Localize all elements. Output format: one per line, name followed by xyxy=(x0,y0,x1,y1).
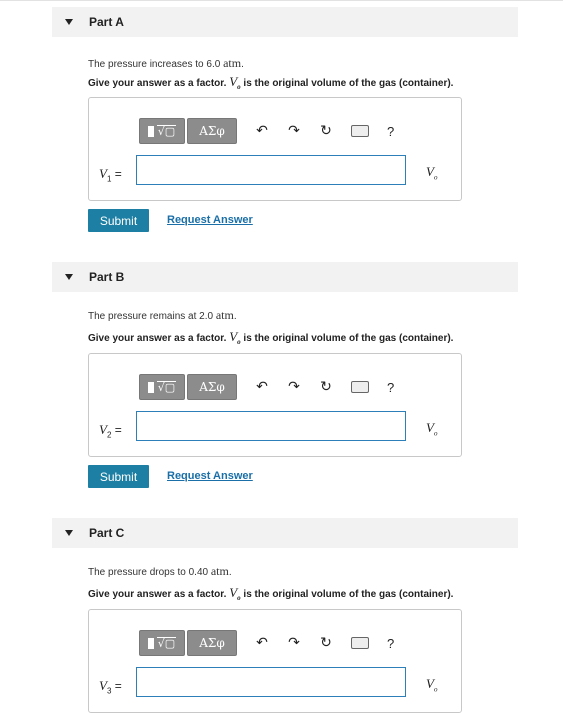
collapse-caret-icon[interactable] xyxy=(65,19,73,25)
question-text: The pressure increases to 6.0 atm. xyxy=(88,56,244,70)
part-title: Part B xyxy=(89,270,125,284)
undo-icon[interactable]: ↶ xyxy=(255,123,269,139)
templates-button[interactable]: √▢ xyxy=(139,630,185,656)
request-answer-link[interactable]: Request Answer xyxy=(167,470,253,482)
answer-input[interactable] xyxy=(136,667,406,697)
reset-icon[interactable]: ↻ xyxy=(319,123,333,139)
unit-label: Vo xyxy=(426,676,438,694)
undo-icon[interactable]: ↶ xyxy=(255,635,269,651)
top-divider xyxy=(0,0,563,1)
keyboard-icon[interactable] xyxy=(351,125,369,137)
answer-box: √▢ ΑΣφ ↶ ↷ ↻ ? V3 = Vo xyxy=(88,609,462,713)
instruction-text: Give your answer as a factor. Vo is the … xyxy=(88,329,454,346)
sqrt-template-icon: √▢ xyxy=(156,637,177,650)
keyboard-icon[interactable] xyxy=(351,381,369,393)
submit-button[interactable]: Submit xyxy=(88,465,149,488)
help-button[interactable]: ? xyxy=(387,124,394,139)
math-toolbar: √▢ ΑΣφ ↶ ↷ ↻ ? xyxy=(139,630,394,656)
redo-icon[interactable]: ↷ xyxy=(287,635,301,651)
sqrt-template-icon: √▢ xyxy=(156,125,177,138)
greek-symbols-button[interactable]: ΑΣφ xyxy=(187,374,237,400)
submit-button[interactable]: Submit xyxy=(88,209,149,232)
sqrt-template-icon: √▢ xyxy=(156,381,177,394)
answer-input[interactable] xyxy=(136,411,406,441)
unit-label: Vo xyxy=(426,420,438,438)
templates-button[interactable]: √▢ xyxy=(139,374,185,400)
redo-icon[interactable]: ↷ xyxy=(287,379,301,395)
answer-box: √▢ ΑΣφ ↶ ↷ ↻ ? V2 = Vo xyxy=(88,353,462,457)
help-button[interactable]: ? xyxy=(387,636,394,651)
help-button[interactable]: ? xyxy=(387,380,394,395)
undo-icon[interactable]: ↶ xyxy=(255,379,269,395)
variable-label: V1 = xyxy=(99,166,122,184)
collapse-caret-icon[interactable] xyxy=(65,530,73,536)
reset-icon[interactable]: ↻ xyxy=(319,379,333,395)
part-a-header[interactable]: Part A xyxy=(52,7,518,37)
reset-icon[interactable]: ↻ xyxy=(319,635,333,651)
template-square-icon xyxy=(147,125,154,137)
request-answer-link[interactable]: Request Answer xyxy=(167,214,253,226)
instruction-text: Give your answer as a factor. Vo is the … xyxy=(88,585,454,602)
part-title: Part C xyxy=(89,526,125,540)
greek-symbols-button[interactable]: ΑΣφ xyxy=(187,630,237,656)
part-title: Part A xyxy=(89,15,124,29)
question-text: The pressure remains at 2.0 atm. xyxy=(88,308,237,322)
variable-label: V2 = xyxy=(99,422,122,440)
answer-input[interactable] xyxy=(136,155,406,185)
part-b-header[interactable]: Part B xyxy=(52,262,518,292)
greek-symbols-button[interactable]: ΑΣφ xyxy=(187,118,237,144)
template-square-icon xyxy=(147,637,154,649)
part-c-header[interactable]: Part C xyxy=(52,518,518,548)
unit-label: Vo xyxy=(426,164,438,182)
redo-icon[interactable]: ↷ xyxy=(287,123,301,139)
templates-button[interactable]: √▢ xyxy=(139,118,185,144)
collapse-caret-icon[interactable] xyxy=(65,274,73,280)
math-toolbar: √▢ ΑΣφ ↶ ↷ ↻ ? xyxy=(139,374,394,400)
answer-box: √▢ ΑΣφ ↶ ↷ ↻ ? V1 = Vo xyxy=(88,97,462,201)
question-text: The pressure drops to 0.40 atm. xyxy=(88,564,232,578)
template-square-icon xyxy=(147,381,154,393)
variable-label: V3 = xyxy=(99,678,122,696)
math-toolbar: √▢ ΑΣφ ↶ ↷ ↻ ? xyxy=(139,118,394,144)
keyboard-icon[interactable] xyxy=(351,637,369,649)
instruction-text: Give your answer as a factor. Vo is the … xyxy=(88,74,454,91)
